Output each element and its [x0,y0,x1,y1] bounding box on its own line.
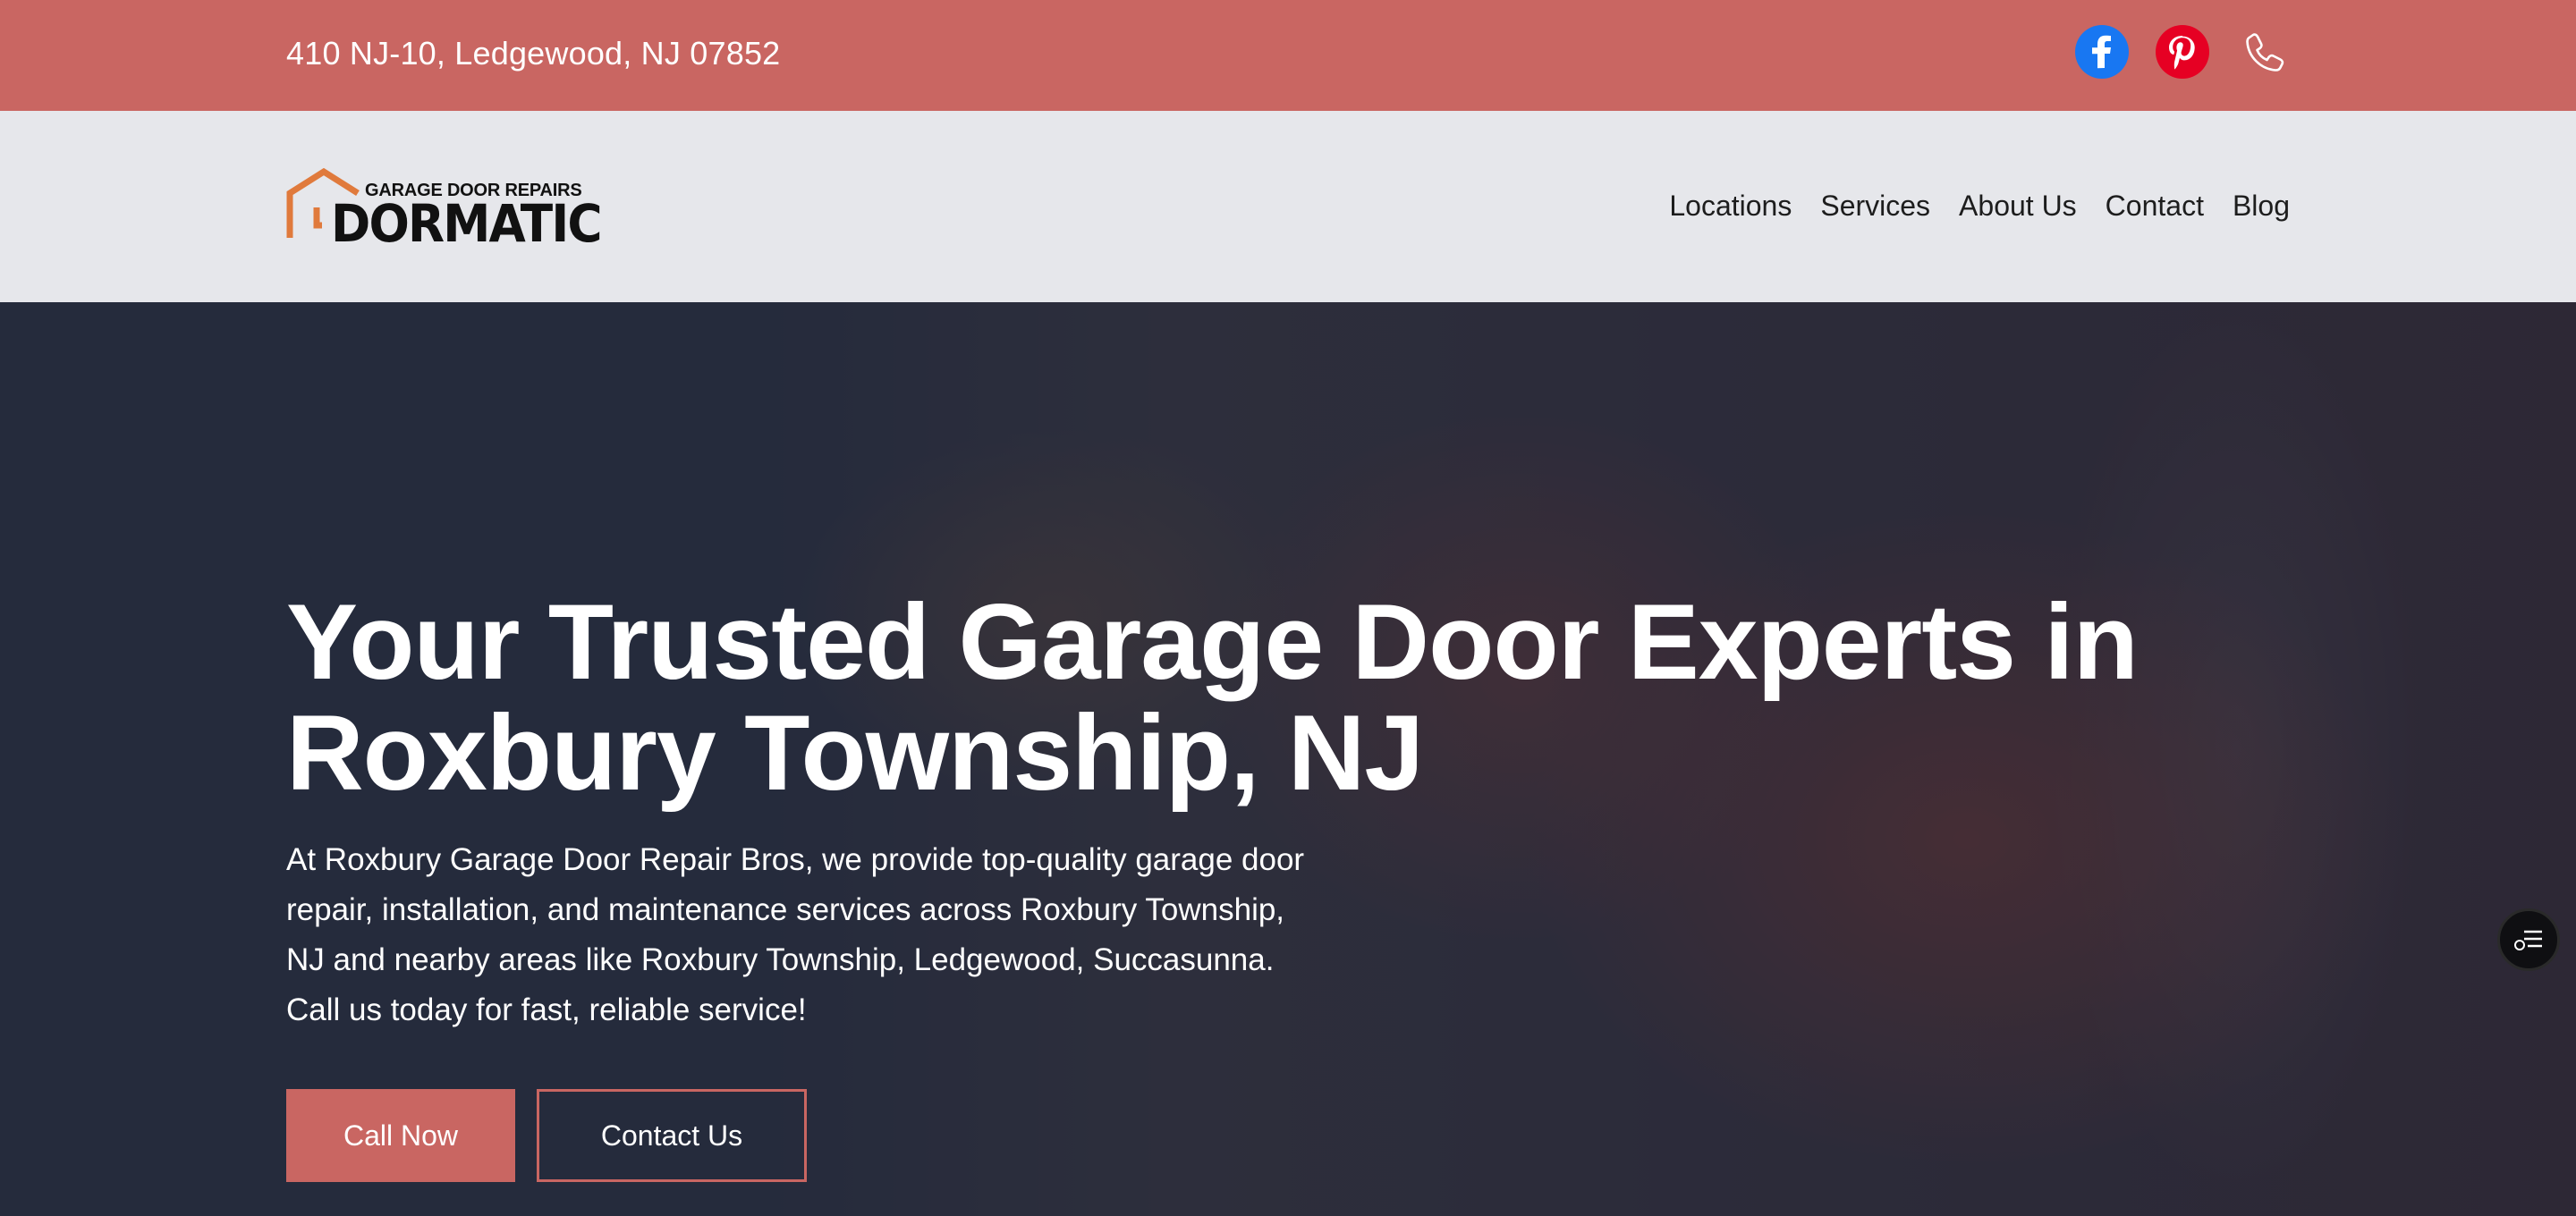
logo-wordmark: DORMATIC [331,193,603,254]
social-links [2075,25,2290,79]
call-now-button[interactable]: Call Now [286,1089,515,1182]
contact-us-button[interactable]: Contact Us [537,1089,807,1182]
nav-locations[interactable]: Locations [1669,186,1792,225]
accessibility-widget-icon[interactable] [2497,908,2560,971]
hero-section: Your Trusted Garage Door Experts in Roxb… [0,302,2576,1216]
address-text: 410 NJ-10, Ledgewood, NJ 07852 [286,35,781,72]
facebook-icon[interactable] [2075,25,2129,79]
top-bar: 410 NJ-10, Ledgewood, NJ 07852 [0,0,2576,111]
nav-contact[interactable]: Contact [2106,186,2204,225]
pinterest-icon[interactable] [2156,25,2209,79]
nav-about-us[interactable]: About Us [1959,186,2077,225]
main-menu: Locations Services About Us Contact Blog [1669,186,2290,225]
logo[interactable]: GARAGE DOOR REPAIRS DORMATIC [286,168,603,252]
nav-services[interactable]: Services [1820,186,1930,225]
hero-description: At Roxbury Garage Door Repair Bros, we p… [286,842,1305,1027]
phone-icon[interactable] [2236,25,2290,79]
header-nav: GARAGE DOOR REPAIRS DORMATIC Locations S… [0,111,2576,302]
nav-blog[interactable]: Blog [2233,186,2290,225]
hero-title: Your Trusted Garage Door Experts in Roxb… [286,582,2139,813]
